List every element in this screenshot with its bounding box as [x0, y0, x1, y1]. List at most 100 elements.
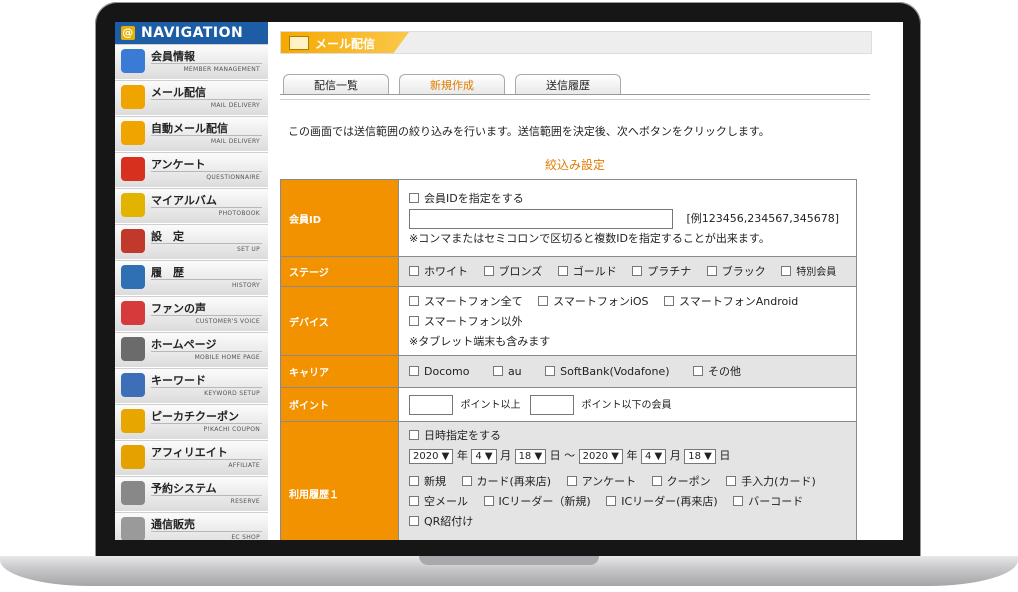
stage-option[interactable]: ゴールド: [557, 262, 617, 282]
sidebar-item[interactable]: 設 定 SET UP: [115, 224, 268, 260]
device-option[interactable]: スマートフォンiOS: [538, 292, 649, 312]
sidebar-item-label: ホームページ: [151, 338, 217, 351]
point-max-input[interactable]: [530, 394, 574, 415]
carrier-checkbox[interactable]: [545, 366, 556, 376]
usage-checkbox[interactable]: [733, 496, 744, 506]
usage-option[interactable]: カード(再来店): [461, 472, 552, 492]
usage-option-label: 新規: [424, 475, 446, 488]
to-month-select[interactable]: 4 ▼: [640, 448, 667, 464]
usage-checkbox[interactable]: [606, 496, 617, 506]
tab-send-history[interactable]: 送信履歴: [515, 74, 621, 94]
sidebar-item[interactable]: 通信販売 EC SHOP: [115, 512, 268, 540]
usage-checkbox[interactable]: [483, 496, 494, 506]
sidebar-item-rule: [151, 99, 262, 100]
month-label: 月: [669, 449, 681, 462]
usage-checkbox[interactable]: [409, 496, 419, 506]
device-checkbox[interactable]: [664, 295, 675, 306]
usage-option[interactable]: バーコード: [733, 492, 803, 512]
member-id-checkbox[interactable]: [409, 192, 419, 203]
usage-option[interactable]: QR紹付け: [409, 512, 473, 532]
stage-option[interactable]: 特別会員: [781, 263, 836, 283]
tab-new-create[interactable]: 新規作成: [399, 74, 505, 94]
stage-option[interactable]: ブラック: [706, 262, 766, 282]
usage-option[interactable]: クーポン: [651, 472, 711, 492]
date-spec-checkbox[interactable]: [409, 430, 419, 440]
usage-checkbox[interactable]: [651, 476, 662, 486]
from-day-select[interactable]: 18 ▼: [514, 448, 547, 464]
usage-option[interactable]: 新規: [409, 472, 446, 492]
sidebar-item[interactable]: マイアルバム PHOTOBOOK: [115, 188, 268, 224]
stage-option[interactable]: ブロンズ: [483, 262, 542, 282]
sidebar-item[interactable]: アンケート QUESTIONNAIRE: [115, 152, 268, 188]
carrier-checkbox[interactable]: [693, 366, 704, 376]
member-id-note: ※コンマまたはセミコロンで区切ると複数IDを指定することが出来ます。: [409, 231, 770, 245]
sidebar-item[interactable]: キーワード KEYWORD SETUP: [115, 368, 268, 404]
sidebar-item[interactable]: ホームページ MOBILE HOME PAGE: [115, 332, 268, 368]
device-checkbox[interactable]: [538, 295, 549, 306]
sidebar-item-label: 予約システム: [151, 482, 217, 495]
clock-icon: [121, 481, 145, 505]
sidebar-item[interactable]: アフィリエイト AFFILIATE: [115, 440, 268, 476]
usage-checkbox[interactable]: [461, 476, 472, 486]
carrier-label: キャリア: [280, 355, 399, 388]
usage-option[interactable]: ICリーダー(再来店): [606, 492, 718, 512]
navigation-header: @ NAVIGATION: [115, 22, 268, 44]
usage-checkbox[interactable]: [726, 476, 737, 486]
sidebar-item-rule: [151, 459, 262, 460]
device-option[interactable]: スマートフォン全て: [409, 292, 523, 312]
usage-checkbox[interactable]: [409, 516, 419, 526]
device-checkbox[interactable]: [409, 295, 419, 306]
carrier-checkbox[interactable]: [492, 366, 503, 376]
carrier-option[interactable]: au: [492, 362, 522, 382]
stage-checkbox[interactable]: [557, 265, 568, 276]
usage-option-label: カード(再来店): [476, 475, 552, 488]
stage-option-label: プラチナ: [647, 264, 692, 278]
carrier-checkbox[interactable]: [409, 366, 419, 376]
carrier-option[interactable]: Docomo: [409, 362, 469, 382]
to-day-select[interactable]: 18 ▼: [684, 448, 716, 464]
sidebar-item[interactable]: 予約システム RESERVE: [115, 476, 268, 512]
to-year-select[interactable]: 2020 ▼: [578, 448, 623, 464]
from-month-select[interactable]: 4 ▼: [471, 448, 497, 464]
sidebar-item[interactable]: メール配信 MAIL DELIVERY: [115, 80, 268, 116]
usage-option[interactable]: 空メール: [409, 492, 468, 512]
sidebar-item-rule: [151, 171, 262, 172]
stage-checkbox[interactable]: [632, 265, 643, 276]
sidebar-item[interactable]: 自動メール配信 MAIL DELIVERY: [115, 116, 268, 152]
stage-checkbox[interactable]: [483, 265, 494, 276]
main-content: メール配信 配信一覧 新規作成 送信履歴 この画面では送信範囲の絞り込みを行いま…: [280, 22, 903, 540]
usage-option-label: QR紹付け: [424, 515, 474, 528]
sidebar-item[interactable]: ファンの声 CUSTOMER'S VOICE: [115, 296, 268, 332]
usage-option[interactable]: 手入力(カード): [726, 472, 816, 492]
point-min-input[interactable]: [409, 394, 453, 415]
sidebar-item[interactable]: 会員情報 MEMBER MANAGEMENT: [115, 44, 268, 80]
sidebar-item[interactable]: 履 歴 HISTORY: [115, 260, 268, 296]
stage-checkbox[interactable]: [781, 265, 792, 276]
carrier-option[interactable]: その他: [693, 362, 741, 382]
sidebar-item[interactable]: ピーカチクーポン P!KACHI COUPON: [115, 404, 268, 440]
sidebar-item-rule: [151, 531, 262, 532]
member-id-input[interactable]: [409, 208, 673, 229]
sidebar-item-label: キーワード: [151, 374, 206, 387]
usage-checkbox[interactable]: [566, 476, 577, 486]
usage-option-label: ICリーダー(再来店): [621, 495, 718, 508]
usage-history-label: 利用履歴１: [280, 421, 399, 540]
usage-checkbox[interactable]: [409, 476, 419, 486]
stage-checkbox[interactable]: [409, 265, 419, 276]
tab-divider: [280, 94, 870, 100]
device-checkbox[interactable]: [409, 315, 419, 326]
stage-checkbox[interactable]: [706, 265, 717, 276]
from-year-select[interactable]: 2020 ▼: [409, 448, 454, 464]
usage-option[interactable]: ICリーダー（新規): [483, 492, 591, 512]
device-option[interactable]: スマートフォンAndroid: [664, 292, 798, 312]
carrier-option[interactable]: SoftBank(Vodafone): [545, 362, 670, 382]
device-option[interactable]: スマートフォン以外: [409, 312, 523, 332]
tab-delivery-list[interactable]: 配信一覧: [283, 74, 389, 94]
carrier-options: Docomo au SoftBank(Vodafone) その他: [398, 355, 857, 388]
stage-option[interactable]: プラチナ: [632, 262, 691, 282]
sidebar-item-sublabel: SET UP: [237, 246, 260, 253]
sidebar-item-sublabel: PHOTOBOOK: [218, 210, 260, 217]
usage-option[interactable]: アンケート: [566, 472, 636, 492]
page-description: この画面では送信範囲の絞り込みを行います。送信範囲を決定後、次へボタンをクリック…: [288, 125, 770, 138]
stage-option[interactable]: ホワイト: [409, 262, 468, 282]
